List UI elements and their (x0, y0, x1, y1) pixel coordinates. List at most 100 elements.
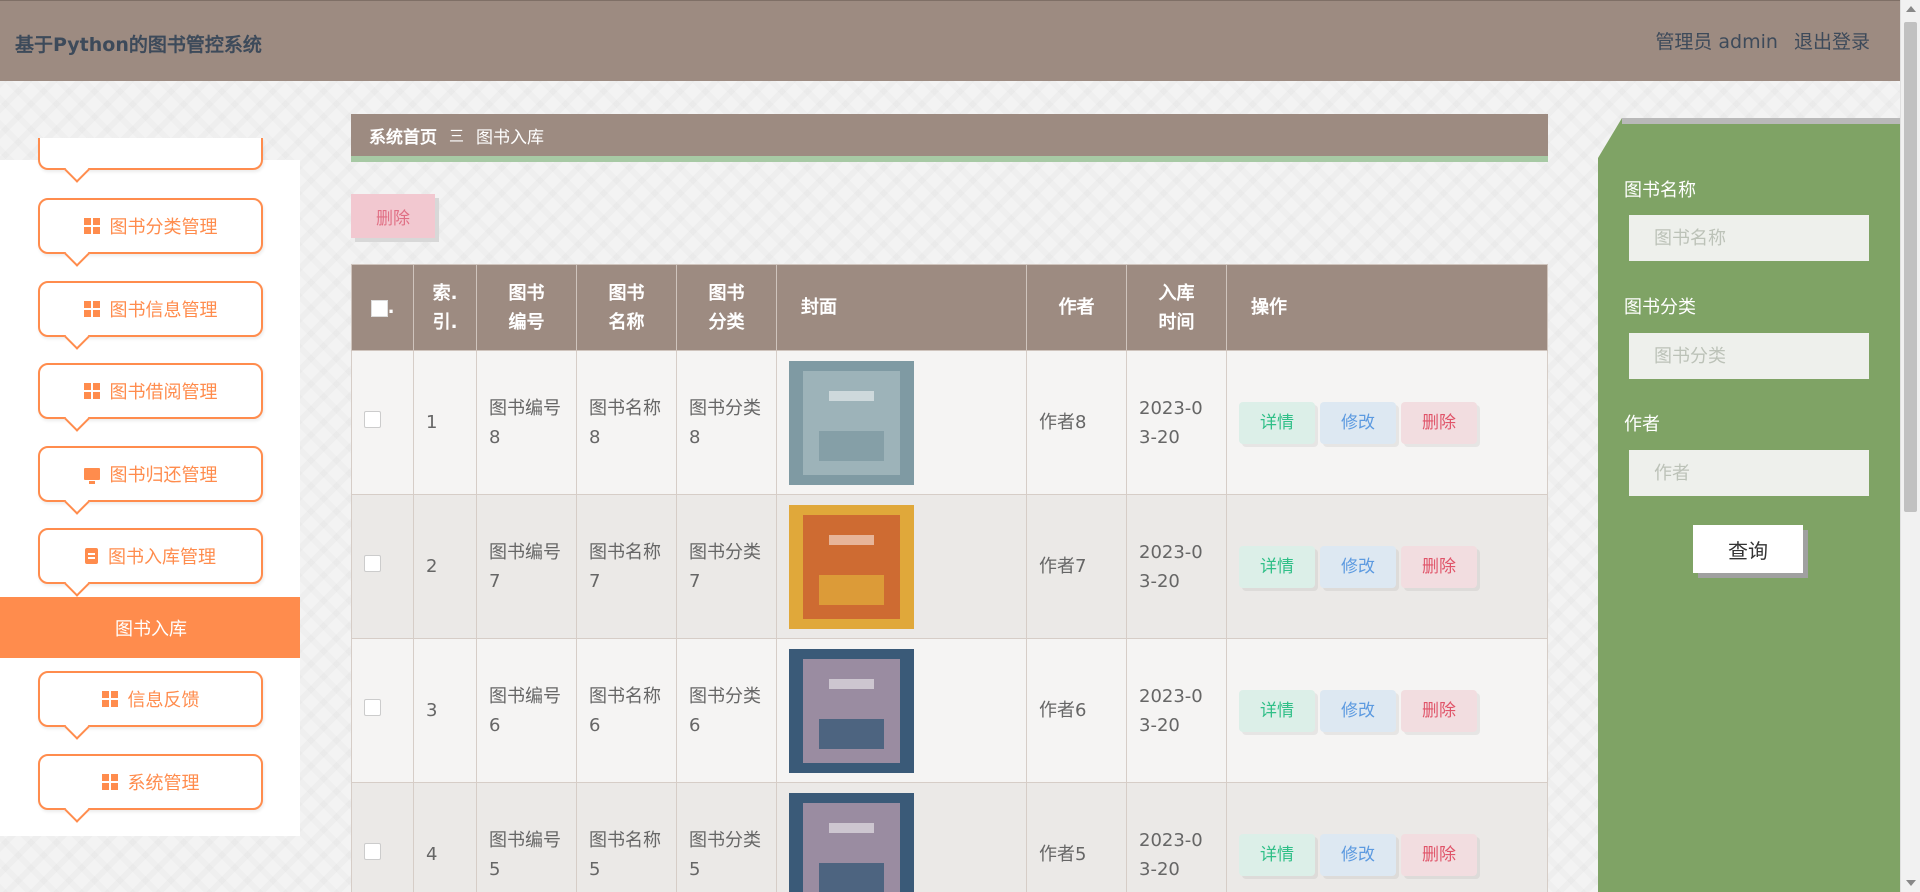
cell-actions: 详情 修改 删除 (1226, 350, 1548, 495)
table-row: 1 图书编号8 图书名称8 图书分类8 作者8 2023-03-20 详情 修改 删除 (351, 350, 1548, 495)
cell-author: 作者5 (1026, 782, 1127, 892)
cell-actions: 详情 修改 删除 (1226, 638, 1548, 783)
cell-date: 2023-03-20 (1126, 350, 1227, 495)
cell-author: 作者6 (1026, 638, 1127, 783)
cell-date: 2023-03-20 (1126, 638, 1227, 783)
breadcrumb-current: 图书入库 (476, 127, 545, 148)
search-author-input[interactable] (1629, 450, 1869, 496)
cell-book-no: 图书编号6 (476, 638, 577, 783)
sidebar-item-partial[interactable] (38, 138, 263, 170)
table-header-row: 索. 引. 图书 编号 图书 名称 图书 分类 封面 作者 入库 时间 操作 (351, 264, 1548, 351)
cell-category: 图书分类5 (676, 782, 777, 892)
sidebar-item-feedback[interactable]: 信息反馈 (38, 671, 263, 727)
book-stockin-table: 索. 引. 图书 编号 图书 名称 图书 分类 封面 作者 入库 时间 操作 1… (351, 264, 1548, 892)
user-label: 管理员 admin (1655, 31, 1778, 53)
sidebar-item-system[interactable]: 系统管理 (38, 754, 263, 810)
scroll-down-arrow-icon[interactable] (1906, 880, 1916, 886)
grid-icon (83, 218, 100, 234)
edit-button[interactable]: 修改 (1320, 689, 1396, 732)
edit-button[interactable]: 修改 (1320, 401, 1396, 444)
date-value: 2023-03-20 (1139, 397, 1203, 448)
table-row: 3 图书编号6 图书名称6 图书分类6 作者6 2023-03-20 详情 修改 删除 (351, 638, 1548, 783)
row-checkbox[interactable] (364, 411, 381, 428)
row-checkbox[interactable] (364, 555, 381, 572)
delete-button[interactable]: 删除 (1401, 401, 1477, 444)
scroll-up-arrow-icon[interactable] (1906, 6, 1916, 12)
sidebar: 图书分类管理 图书信息管理 图书借阅管理 图书归还管理 图书入库管理 图书入库 … (0, 138, 300, 836)
edit-button[interactable]: 修改 (1320, 833, 1396, 876)
top-bar: 基于Python的图书管控系统 管理员 admin 退出登录 (0, 0, 1900, 81)
sidebar-item-book-category[interactable]: 图书分类管理 (38, 198, 263, 254)
cell-category: 图书分类8 (676, 350, 777, 495)
header-category: 图书 分类 (676, 264, 777, 351)
header-cover: 封面 (776, 264, 1027, 351)
search-panel: 图书名称 图书分类 作者 查询 (1598, 118, 1900, 892)
sidebar-item-label: 系统管理 (127, 773, 200, 794)
search-name-label: 图书名称 (1624, 180, 1696, 201)
batch-delete-button[interactable]: 删除 (351, 194, 435, 238)
cell-index: 1 (413, 350, 477, 495)
search-author-label: 作者 (1624, 414, 1660, 435)
sidebar-item-book-stockin[interactable]: 图书入库管理 (38, 528, 263, 584)
sidebar-item-label: 图书分类管理 (109, 217, 218, 238)
cell-cover (776, 782, 1027, 892)
cell-date: 2023-03-20 (1126, 782, 1227, 892)
grid-icon (101, 774, 118, 790)
row-checkbox-cell (351, 494, 414, 639)
logout-link[interactable]: 退出登录 (1794, 31, 1870, 53)
detail-button[interactable]: 详情 (1239, 833, 1315, 876)
row-checkbox[interactable] (364, 699, 381, 716)
select-all-checkbox[interactable] (370, 299, 388, 317)
scroll-thumb[interactable] (1904, 22, 1917, 512)
detail-button[interactable]: 详情 (1239, 545, 1315, 588)
sidebar-item-label: 图书归还管理 (109, 465, 218, 486)
breadcrumb: 系统首页 三 图书入库 (351, 114, 1548, 162)
detail-button[interactable]: 详情 (1239, 689, 1315, 732)
row-checkbox[interactable] (364, 843, 381, 860)
grid-icon (83, 301, 100, 317)
detail-button[interactable]: 详情 (1239, 401, 1315, 444)
breadcrumb-home[interactable]: 系统首页 (369, 123, 437, 148)
cell-author: 作者8 (1026, 350, 1127, 495)
date-value: 2023-03-20 (1139, 685, 1203, 736)
delete-button[interactable]: 删除 (1401, 545, 1477, 588)
cell-category: 图书分类7 (676, 494, 777, 639)
table-row: 2 图书编号7 图书名称7 图书分类7 作者7 2023-03-20 详情 修改 删除 (351, 494, 1548, 639)
cell-cover (776, 350, 1027, 495)
sidebar-item-label: 图书借阅管理 (109, 382, 218, 403)
cell-author: 作者7 (1026, 494, 1127, 639)
sidebar-item-label: 图书入库管理 (108, 547, 216, 568)
cell-index: 2 (413, 494, 477, 639)
header-ops: 操作 (1226, 264, 1548, 351)
delete-button[interactable]: 删除 (1401, 833, 1477, 876)
cell-category: 图书分类6 (676, 638, 777, 783)
app-title: 基于Python的图书管控系统 (15, 34, 262, 56)
cell-index: 4 (413, 782, 477, 892)
row-checkbox-cell (351, 782, 414, 892)
search-category-input[interactable] (1629, 333, 1869, 379)
sidebar-item-label: 信息反馈 (127, 690, 200, 711)
cell-actions: 详情 修改 删除 (1226, 494, 1548, 639)
header-book-no: 图书 编号 (476, 264, 577, 351)
search-category-label: 图书分类 (1624, 297, 1696, 318)
sidebar-item-book-borrow[interactable]: 图书借阅管理 (38, 363, 263, 419)
sidebar-item-book-return[interactable]: 图书归还管理 (38, 446, 263, 502)
page-scrollbar[interactable] (1900, 0, 1920, 892)
edit-button[interactable]: 修改 (1320, 545, 1396, 588)
grid-icon (83, 383, 100, 399)
cell-book-no: 图书编号7 (476, 494, 577, 639)
book-cover-image (789, 360, 914, 485)
cell-book-name: 图书名称8 (576, 350, 677, 495)
sidebar-item-book-info[interactable]: 图书信息管理 (38, 281, 263, 337)
sidebar-item-label: 图书信息管理 (109, 300, 218, 321)
delete-button[interactable]: 删除 (1401, 689, 1477, 732)
book-cover-image (789, 792, 914, 892)
header-author: 作者 (1026, 264, 1127, 351)
query-button[interactable]: 查询 (1693, 525, 1803, 573)
sidebar-subitem-book-stockin[interactable]: 图书入库 (0, 597, 300, 658)
header-book-name: 图书 名称 (576, 264, 677, 351)
table-row: 4 图书编号5 图书名称5 图书分类5 作者5 2023-03-20 详情 修改 删除 (351, 782, 1548, 892)
cell-book-no: 图书编号5 (476, 782, 577, 892)
search-name-input[interactable] (1629, 215, 1869, 261)
cell-book-name: 图书名称7 (576, 494, 677, 639)
